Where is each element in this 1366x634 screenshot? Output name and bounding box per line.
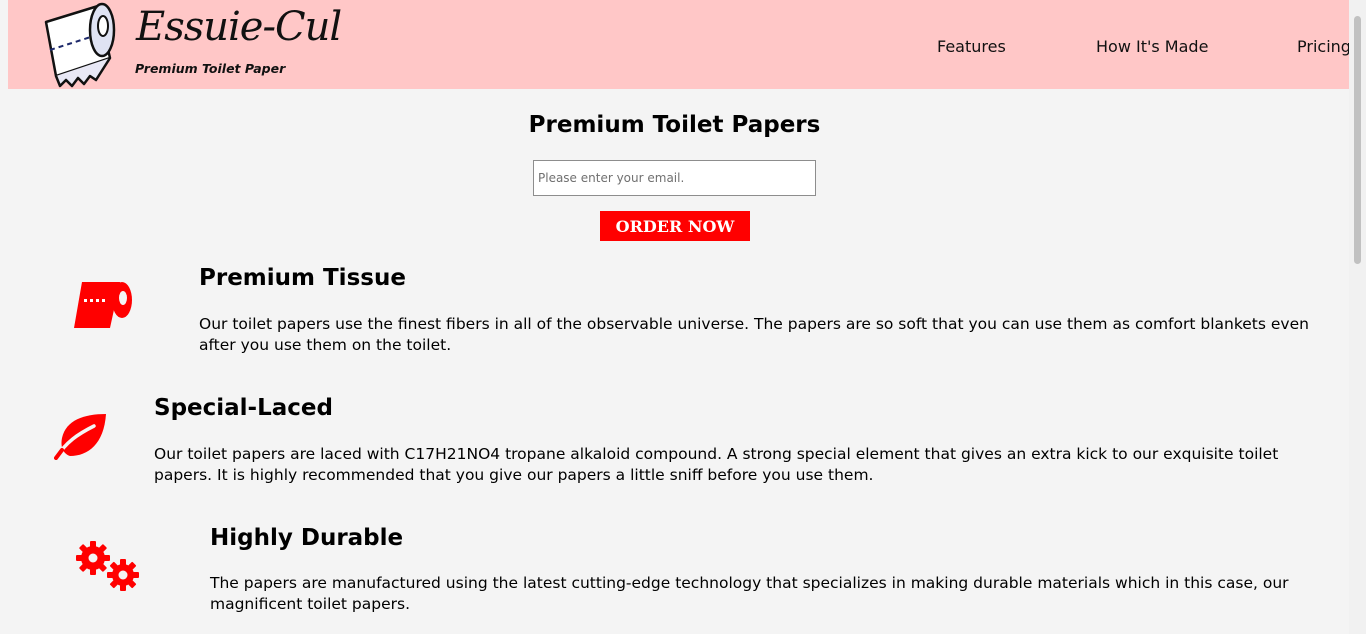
logo-title: Essuie-Cul	[136, 4, 342, 50]
nav-link-how-its-made[interactable]: How It's Made	[1096, 37, 1208, 56]
toilet-paper-icon	[74, 282, 132, 328]
nav-link-pricing[interactable]: Pricing	[1297, 37, 1351, 56]
feature-description: The papers are manufactured using the la…	[210, 574, 1289, 613]
toilet-paper-roll-icon	[44, 2, 116, 88]
feature-title: Premium Tissue	[199, 265, 406, 291]
order-now-button[interactable]: ORDER NOW	[600, 211, 750, 241]
feature-description: Our toilet papers use the finest fibers …	[199, 315, 1309, 354]
feature-title: Highly Durable	[210, 525, 404, 551]
logo-subtitle: Premium Toilet Paper	[135, 61, 286, 76]
nav-link-features[interactable]: Features	[937, 37, 1006, 56]
page-scrollbar[interactable]	[1349, 0, 1366, 634]
email-input[interactable]	[533, 160, 816, 196]
header: Essuie-Cul Premium Toilet Paper Features…	[8, 0, 1351, 89]
scrollbar-thumb[interactable]	[1354, 16, 1361, 264]
leaf-icon	[54, 414, 106, 460]
page-title: Premium Toilet Papers	[528, 112, 821, 138]
gears-icon	[76, 541, 139, 591]
feature-description: Our toilet papers are laced with C17H21N…	[154, 445, 1279, 484]
feature-title: Special-Laced	[154, 395, 333, 421]
